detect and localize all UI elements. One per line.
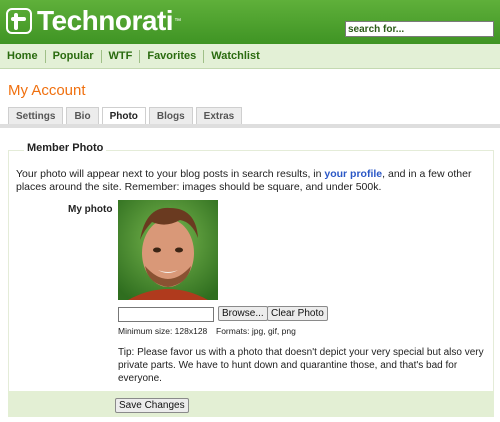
nav-popular[interactable]: Popular [46, 49, 101, 63]
photo-file-input[interactable] [118, 307, 214, 322]
profile-link[interactable]: your profile [324, 168, 382, 180]
browse-button[interactable]: Browse... [218, 306, 268, 321]
logo-text: Technorati [37, 5, 174, 36]
tab-underline [0, 124, 500, 128]
nav-home[interactable]: Home [0, 49, 45, 63]
technorati-logo-icon [6, 8, 32, 34]
page-title: My Account [8, 82, 86, 99]
clear-photo-button[interactable]: Clear Photo [267, 306, 328, 321]
section-legend: Member Photo [24, 142, 107, 154]
profile-photo-image [118, 200, 218, 300]
nav-wtf[interactable]: WTF [102, 49, 140, 63]
intro-text-start: Your photo will appear next to your blog… [16, 168, 325, 180]
photo-intro-text: Your photo will appear next to your blog… [16, 168, 496, 194]
trademark-symbol: ™ [174, 17, 182, 25]
minimum-size-note: Minimum size: 128x128 [118, 326, 208, 336]
formats-note: Formats: jpg, gif, png [216, 326, 296, 336]
search-input[interactable] [345, 21, 494, 37]
nav-favorites[interactable]: Favorites [140, 49, 203, 63]
profile-photo [118, 200, 218, 300]
header-bar: Technorati ™ [0, 0, 500, 44]
form-footer [8, 391, 494, 417]
nav-watchlist[interactable]: Watchlist [204, 49, 267, 63]
save-changes-button[interactable]: Save Changes [115, 398, 189, 413]
main-nav: Home Popular WTF Favorites Watchlist [0, 44, 500, 69]
technorati-logo[interactable]: Technorati ™ [6, 6, 181, 36]
photo-tip: Tip: Please favor us with a photo that d… [118, 347, 484, 384]
my-photo-label: My photo [68, 204, 113, 215]
